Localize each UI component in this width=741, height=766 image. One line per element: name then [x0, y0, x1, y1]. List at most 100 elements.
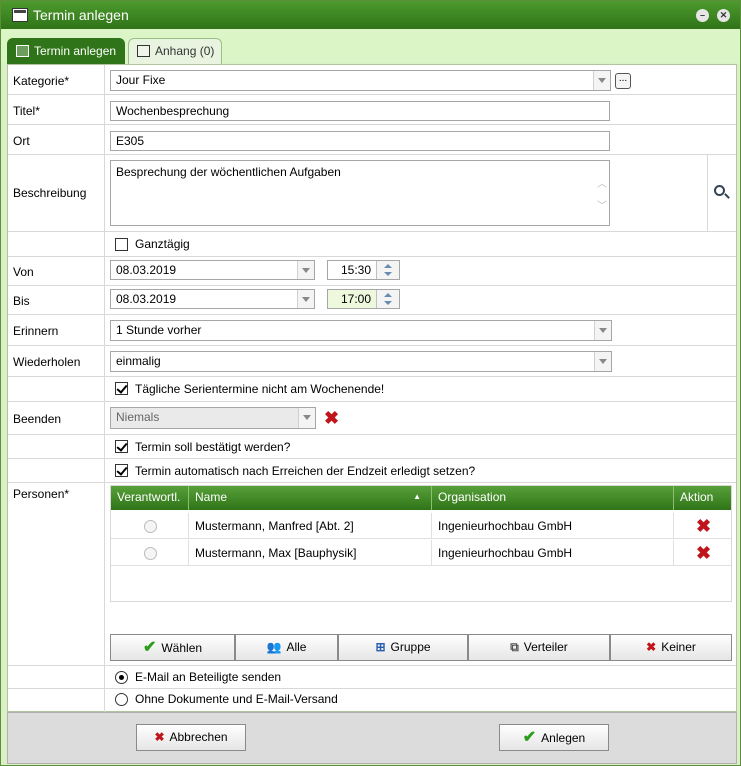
row-no-email: Ohne Dokumente und E-Mail-Versand: [8, 689, 736, 712]
row-kategorie: Kategorie* Jour Fixe ...: [8, 65, 736, 95]
wiederholen-select[interactable]: einmalig: [110, 351, 612, 372]
kategorie-select[interactable]: Jour Fixe: [110, 70, 611, 91]
keiner-button[interactable]: ✖ Keiner: [610, 634, 732, 661]
attachment-icon: [137, 45, 150, 57]
verantwortlich-radio[interactable]: [144, 520, 157, 533]
dropdown-arrow-icon[interactable]: [594, 352, 611, 371]
von-date-value: 08.03.2019: [116, 263, 177, 277]
verantwortlich-radio[interactable]: [144, 547, 157, 560]
row-beenden: Beenden Niemals ✖: [8, 402, 736, 435]
titel-input[interactable]: Wochenbesprechung: [110, 101, 610, 121]
erinnern-label: Erinnern: [13, 324, 59, 338]
tab-anhang[interactable]: Anhang (0): [128, 38, 222, 64]
titel-label: Titel*: [13, 104, 40, 118]
anlegen-button[interactable]: ✔ Anlegen: [499, 724, 609, 751]
sort-asc-icon: ▲: [413, 492, 421, 501]
calendar-dropdown-icon[interactable]: [297, 261, 314, 279]
verantwortlich-cell: [111, 513, 189, 539]
email-radio[interactable]: [115, 671, 128, 684]
tab-label: Termin anlegen: [34, 44, 117, 58]
erinnern-value: 1 Stunde vorher: [116, 323, 202, 337]
table-row[interactable]: Mustermann, Max [Bauphysik] Ingenieurhoc…: [111, 540, 731, 566]
ganztaegig-checkbox[interactable]: [115, 238, 128, 251]
label-cell: [8, 377, 105, 401]
erledigt-checkbox[interactable]: [115, 464, 128, 477]
check-icon: ✔: [142, 639, 157, 656]
more-options-button[interactable]: ...: [615, 73, 631, 89]
beenden-value: Niemals: [116, 410, 160, 424]
grid-header: Verantwortl. Name ▲ Organisation Aktion: [111, 486, 731, 510]
column-header-aktion[interactable]: Aktion: [674, 486, 731, 510]
footer-bar: ✖ Abbrechen ✔ Anlegen: [7, 712, 737, 764]
beschreibung-value: Besprechung der wöchentlichen Aufgaben: [116, 165, 341, 179]
no-email-radio[interactable]: [115, 693, 128, 706]
alle-button[interactable]: 👥 Alle: [235, 634, 338, 661]
gruppe-button[interactable]: ⊞ Gruppe: [338, 634, 468, 661]
gruppe-label: Gruppe: [390, 640, 431, 654]
column-header-verantwortlich[interactable]: Verantwortl.: [111, 486, 189, 510]
minimize-icon[interactable]: –: [696, 9, 709, 22]
label-cell: [8, 666, 105, 688]
appointment-form: Kategorie* Jour Fixe ... Titel* Wochenbe…: [7, 64, 737, 712]
cancel-icon: ✖: [154, 730, 165, 744]
label-cell: Von: [8, 257, 105, 285]
verteiler-button[interactable]: ⧉ Verteiler: [468, 634, 610, 661]
dropdown-arrow-icon[interactable]: [593, 71, 610, 90]
erinnern-select[interactable]: 1 Stunde vorher: [110, 320, 612, 341]
tab-bar: Termin anlegen Anhang (0): [1, 29, 740, 64]
time-spinner-icon[interactable]: [376, 261, 399, 279]
dropdown-arrow-icon[interactable]: [298, 408, 315, 428]
beenden-label: Beenden: [13, 412, 62, 426]
column-header-organisation[interactable]: Organisation: [432, 486, 674, 510]
email-label: E-Mail an Beteiligte senden: [135, 670, 282, 684]
waehlen-label: Wählen: [161, 641, 203, 655]
title-bar[interactable]: Termin anlegen – ✕: [1, 1, 740, 29]
tab-termin-anlegen[interactable]: Termin anlegen: [7, 38, 125, 64]
bestaetigt-checkbox[interactable]: [115, 440, 128, 453]
row-ganztaegig: Ganztägig: [8, 232, 736, 257]
table-row[interactable]: Mustermann, Manfred [Abt. 2] Ingenieurho…: [111, 513, 731, 539]
von-date-input[interactable]: 08.03.2019: [110, 260, 315, 280]
row-bestaetigt: Termin soll bestätigt werden?: [8, 435, 736, 459]
von-time-input[interactable]: 15:30: [327, 260, 400, 280]
personen-button-bar: ✔ Wählen 👥 Alle ⊞ Gruppe ⧉ Verteiler ✖ Keiner: [110, 634, 732, 662]
beschreibung-textarea[interactable]: Besprechung der wöchentlichen Aufgaben ︿…: [110, 160, 610, 226]
time-spinner-icon[interactable]: [376, 290, 399, 308]
label-cell: Titel*: [8, 95, 105, 124]
clear-icon[interactable]: ✖: [324, 409, 339, 427]
alle-label: Alle: [286, 640, 307, 654]
organisation-cell: Ingenieurhochbau GmbH: [432, 513, 674, 539]
search-cell: [707, 155, 736, 231]
bis-time-input[interactable]: 17:00: [327, 289, 400, 309]
waehlen-button[interactable]: ✔ Wählen: [110, 634, 235, 661]
label-cell: Bis: [8, 286, 105, 314]
abbrechen-button[interactable]: ✖ Abbrechen: [136, 724, 246, 751]
no-email-label: Ohne Dokumente und E-Mail-Versand: [135, 692, 338, 706]
von-label: Von: [13, 265, 34, 279]
bis-date-input[interactable]: 08.03.2019: [110, 289, 315, 309]
calendar-dropdown-icon[interactable]: [297, 290, 314, 308]
edit-icon: [16, 45, 29, 57]
ort-input[interactable]: E305: [110, 131, 610, 151]
beenden-select[interactable]: Niemals: [110, 407, 316, 429]
scroll-down-icon[interactable]: ﹀: [597, 199, 607, 214]
erledigt-label: Termin automatisch nach Erreichen der En…: [135, 464, 476, 478]
dropdown-arrow-icon[interactable]: [594, 321, 611, 340]
search-icon[interactable]: [714, 185, 725, 196]
aktion-cell: ✖: [674, 513, 731, 539]
anlegen-label: Anlegen: [541, 731, 586, 745]
ort-label: Ort: [13, 134, 30, 148]
column-header-name[interactable]: Name ▲: [189, 486, 432, 510]
delete-icon[interactable]: ✖: [696, 544, 711, 562]
von-time-value: 15:30: [340, 263, 371, 277]
label-cell: [8, 232, 105, 256]
delete-icon[interactable]: ✖: [696, 517, 711, 535]
row-bis: Bis 08.03.2019 17:00: [8, 286, 736, 315]
close-icon[interactable]: ✕: [717, 9, 730, 22]
label-cell: Erinnern: [8, 315, 105, 345]
scroll-up-icon[interactable]: ︿: [597, 177, 607, 192]
label-cell: [8, 459, 105, 482]
row-beschreibung: Beschreibung Besprechung der wöchentlich…: [8, 155, 736, 232]
label-cell: [8, 689, 105, 712]
wochenende-checkbox[interactable]: [115, 382, 128, 395]
